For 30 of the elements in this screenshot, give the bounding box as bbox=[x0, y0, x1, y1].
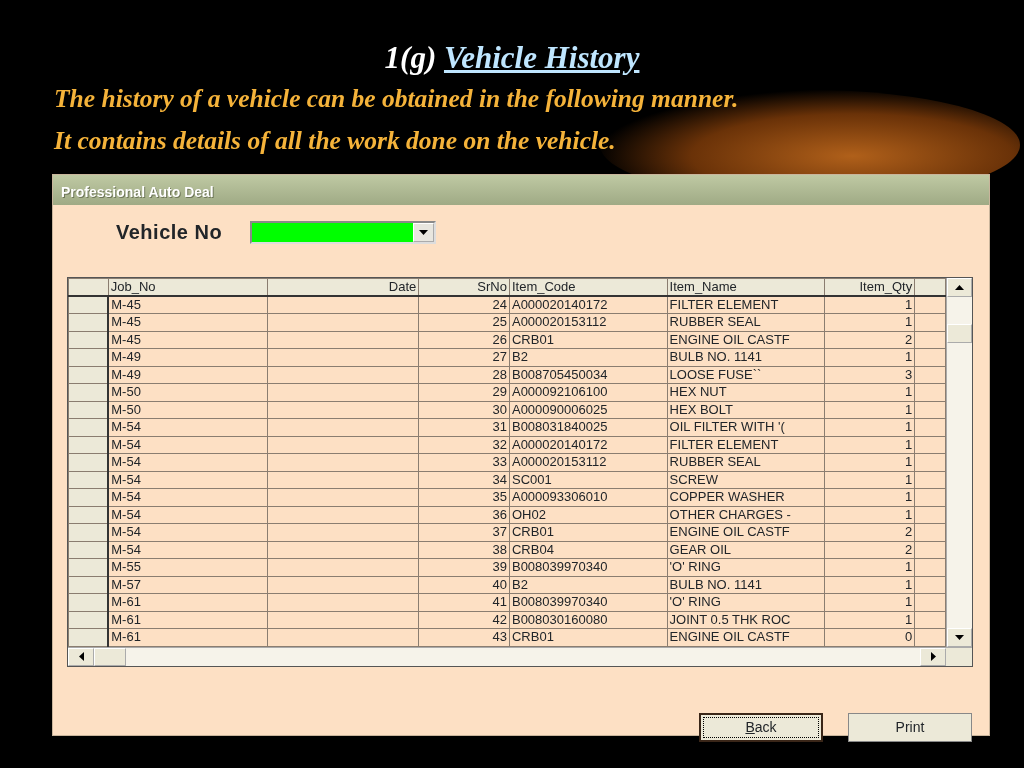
scrollbar-corner bbox=[946, 647, 972, 666]
subtitle-text: The history of a vehicle can be obtained in the following manner. bbox=[54, 83, 740, 115]
filler-header-cell bbox=[914, 278, 946, 296]
subtitle-text: It contains details of all the work done on the vehicle. bbox=[54, 125, 617, 157]
dropdown-arrow-button[interactable] bbox=[413, 222, 435, 242]
scroll-thumb[interactable] bbox=[947, 324, 972, 343]
column-header[interactable]: SrNo bbox=[418, 278, 510, 296]
print-button[interactable]: Print bbox=[848, 712, 972, 742]
field-label: Vehicle No bbox=[116, 220, 223, 245]
title-link[interactable]: Vehicle History bbox=[443, 40, 640, 75]
scroll-up-button[interactable] bbox=[947, 278, 972, 297]
column-header[interactable]: Job_No bbox=[108, 278, 268, 296]
slide-title: 1(g) bbox=[384, 40, 437, 75]
right-arrow-icon bbox=[930, 652, 936, 661]
window-title: Professional Auto Deal bbox=[53, 175, 989, 205]
up-arrow-icon bbox=[955, 285, 965, 290]
down-arrow-icon bbox=[955, 634, 965, 640]
column-header[interactable]: Date bbox=[267, 278, 419, 296]
scroll-down-button[interactable] bbox=[947, 627, 972, 647]
back-button[interactable]: Back bbox=[699, 712, 823, 742]
vertical-scrollbar[interactable] bbox=[946, 278, 972, 647]
corner-header-cell bbox=[68, 278, 109, 296]
caret-icon bbox=[419, 229, 429, 235]
scroll-right-button[interactable] bbox=[920, 647, 946, 666]
column-header[interactable]: Item_Qty bbox=[824, 278, 915, 296]
column-header[interactable]: Item_Code bbox=[509, 278, 668, 296]
scroll-thumb[interactable] bbox=[94, 647, 126, 666]
column-header[interactable]: Item_Name bbox=[667, 278, 825, 296]
scroll-left-button[interactable] bbox=[68, 647, 94, 666]
left-arrow-icon bbox=[78, 652, 84, 661]
